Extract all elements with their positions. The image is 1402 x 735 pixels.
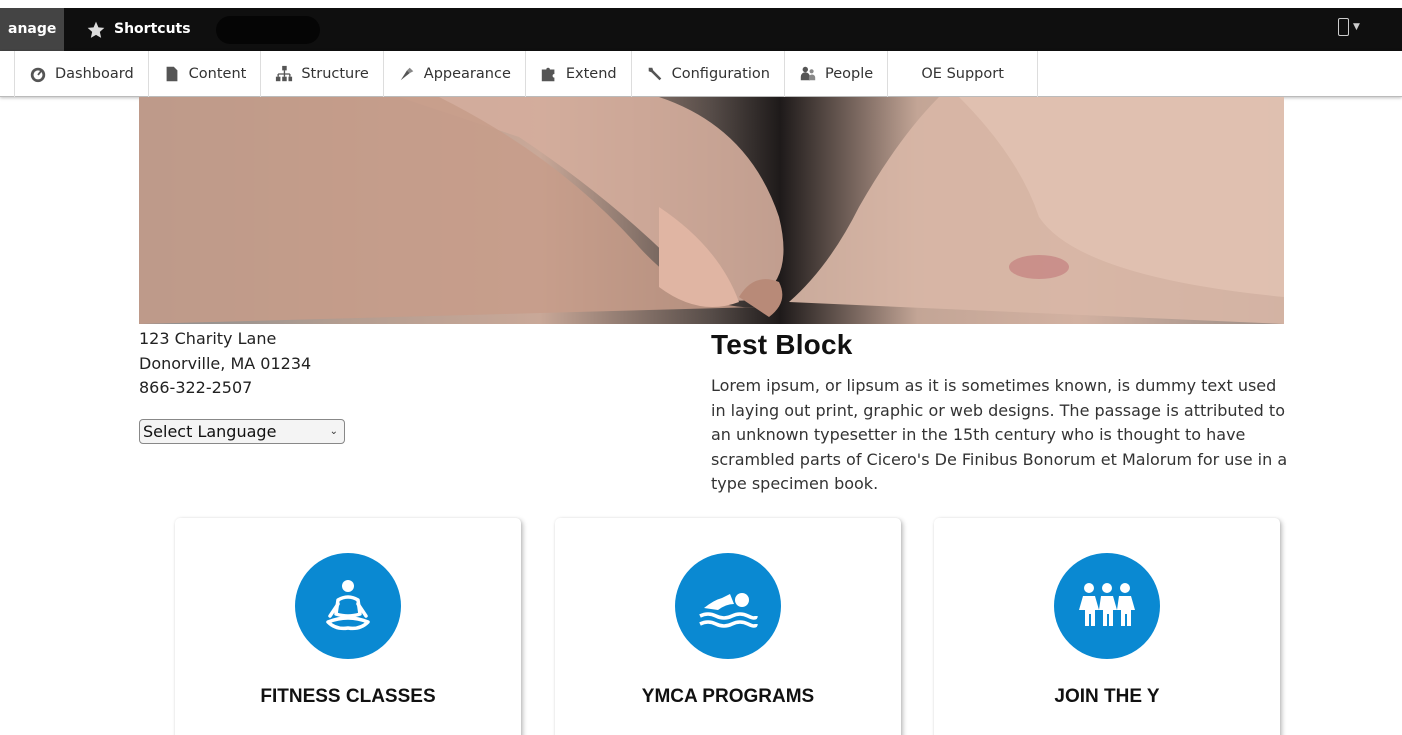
tray-item-configuration[interactable]: Configuration	[632, 51, 785, 97]
tray-label: Dashboard	[55, 66, 134, 82]
shortcuts-tab[interactable]: Shortcuts	[86, 8, 191, 51]
hands-heart-illustration	[139, 97, 1284, 324]
card-label: YMCA PROGRAMS	[641, 686, 815, 707]
device-preview-toggle[interactable]: ▼	[1338, 18, 1360, 36]
tray-label: Structure	[301, 66, 369, 82]
people-group-icon	[1079, 583, 1135, 626]
dashboard-icon	[30, 67, 46, 83]
card-join-the-y[interactable]: JOIN THE Y	[934, 518, 1280, 735]
icon-circle	[1054, 553, 1160, 659]
shortcuts-label: Shortcuts	[114, 21, 191, 37]
icon-circle	[295, 553, 401, 659]
block-title: Test Block	[711, 329, 853, 360]
block-body: Lorem ipsum, or lipsum as it is sometime…	[711, 376, 1288, 493]
appearance-icon	[400, 67, 414, 81]
structure-icon	[276, 65, 293, 82]
meditation-icon	[326, 580, 370, 631]
chevron-down-icon: ⌄	[329, 426, 338, 437]
tray-item-oe-support[interactable]: OE Support	[888, 51, 1039, 97]
tray-label: OE Support	[921, 66, 1004, 82]
address-line2: Donorville, MA 01234	[139, 353, 312, 373]
tray-label: Content	[188, 66, 247, 82]
tray-item-structure[interactable]: Structure	[261, 51, 384, 97]
wrench-icon	[648, 67, 661, 81]
address-block: 123 Charity Lane Donorville, MA 01234 86…	[139, 327, 311, 401]
language-select-value: Select Language	[143, 422, 277, 441]
phone-icon	[1338, 18, 1349, 36]
tray-item-people[interactable]: People	[785, 51, 889, 97]
language-select[interactable]: Select Language ⌄	[139, 419, 345, 444]
manage-tab[interactable]: anage	[0, 8, 65, 51]
admin-tray: Dashboard Content Structure Appearance E…	[0, 51, 1402, 97]
phone-number: 866-322-2507	[139, 378, 253, 397]
card-fitness-classes[interactable]: FITNESS CLASSES	[175, 518, 521, 735]
extend-icon	[541, 67, 555, 82]
swimmer-icon	[699, 593, 758, 628]
card-ymca-programs[interactable]: YMCA PROGRAMS	[555, 518, 901, 735]
icon-circle	[675, 553, 781, 659]
tray-item-appearance[interactable]: Appearance	[384, 51, 526, 97]
star-icon	[87, 21, 105, 38]
tray-label: Configuration	[671, 66, 770, 82]
admin-toolbar: anage Shortcuts ▼	[0, 8, 1402, 51]
tray-label: Appearance	[423, 66, 511, 82]
address-line1: 123 Charity Lane	[139, 329, 277, 348]
caret-down-icon: ▼	[1353, 22, 1360, 32]
tray-item-dashboard[interactable]: Dashboard	[14, 51, 149, 97]
tray-item-content[interactable]: Content	[149, 51, 262, 97]
content-icon	[166, 66, 178, 82]
tray-item-extend[interactable]: Extend	[526, 51, 632, 97]
people-icon	[800, 66, 816, 81]
hero-image	[139, 97, 1284, 324]
card-label: JOIN THE Y	[1054, 686, 1160, 707]
tray-label: People	[824, 66, 874, 82]
tray-label: Extend	[565, 66, 617, 82]
card-label: FITNESS CLASSES	[260, 686, 436, 707]
redacted-user	[216, 16, 320, 44]
